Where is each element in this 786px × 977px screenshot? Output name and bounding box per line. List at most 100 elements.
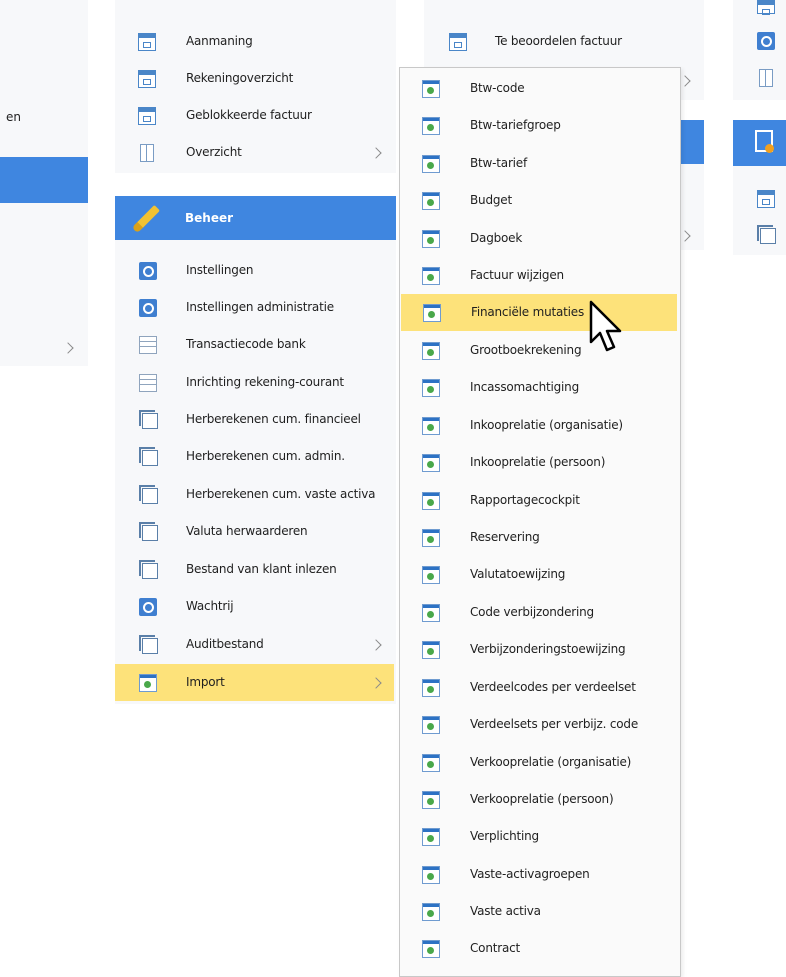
menu-item-transactiecode-bank[interactable]: Transactiecode bank <box>115 326 396 363</box>
submenu-item-label: Factuur wijzigen <box>470 268 564 282</box>
import-icon <box>422 866 440 884</box>
submenu-item-factuur-wijzigen[interactable]: Factuur wijzigen <box>400 257 680 294</box>
import-icon <box>422 267 440 285</box>
menu-item-instellingen-administratie[interactable]: Instellingen administratie <box>115 289 396 326</box>
import-icon <box>423 304 441 322</box>
import-icon <box>422 529 440 547</box>
submenu-item-verbijzonderingstoewijzing[interactable]: Verbijzonderingstoewijzing <box>400 631 680 668</box>
submenu-item-financiele-mutaties[interactable]: Financiële mutaties <box>401 294 677 331</box>
submenu-item-verkooprelatie-persoon[interactable]: Verkooprelatie (persoon) <box>400 781 680 818</box>
menu-item-label: Auditbestand <box>186 637 264 651</box>
submenu-item-verplichting[interactable]: Verplichting <box>400 818 680 855</box>
submenu-item-inkooprelatie-persoon[interactable]: Inkooprelatie (persoon) <box>400 444 680 481</box>
chevron-right-icon <box>370 677 382 689</box>
window-icon <box>139 410 158 429</box>
submenu-item-label: Verdeelcodes per verdeelset <box>470 680 636 694</box>
left-partial-selected-item[interactable] <box>0 157 88 203</box>
menu-item-herberekenen-vaste-activa[interactable]: Herberekenen cum. vaste activa <box>115 476 396 513</box>
submenu-item-code-verbijzondering[interactable]: Code verbijzondering <box>400 594 680 631</box>
submenu-item-rapportagecockpit[interactable]: Rapportagecockpit <box>400 482 680 519</box>
column-four-header[interactable] <box>733 120 786 166</box>
submenu-item-incassomachtiging[interactable]: Incassomachtiging <box>400 369 680 406</box>
import-icon <box>422 828 440 846</box>
column-four-partial-panel <box>733 0 786 100</box>
submenu-item-verkooprelatie-organisatie[interactable]: Verkooprelatie (organisatie) <box>400 744 680 781</box>
menu-item-label: Te beoordelen factuur <box>495 34 622 48</box>
submenu-item-verdeelcodes-per-verdeelset[interactable]: Verdeelcodes per verdeelset <box>400 669 680 706</box>
import-icon <box>422 716 440 734</box>
left-partial-label[interactable]: en <box>6 110 21 124</box>
submenu-item-vaste-activagroepen[interactable]: Vaste-activagroepen <box>400 856 680 893</box>
import-icon <box>422 940 440 958</box>
beheer-title: Beheer <box>185 211 234 225</box>
page-icon <box>759 69 773 87</box>
menu-item-rekeningoverzicht[interactable]: Rekeningoverzicht <box>115 60 396 97</box>
import-icon <box>422 192 440 210</box>
submenu-item-label: Btw-code <box>470 81 525 95</box>
submenu-item-label: Code verbijzondering <box>470 605 594 619</box>
document-icon <box>757 190 775 208</box>
menu-item-label: Import <box>186 675 225 689</box>
submenu-item-budget[interactable]: Budget <box>400 182 680 219</box>
menu-item-herberekenen-financieel[interactable]: Herberekenen cum. financieel <box>115 401 396 438</box>
menu-item-label: Valuta herwaarderen <box>186 524 308 538</box>
submenu-item-label: Vaste activa <box>470 904 541 918</box>
beheer-header[interactable]: Beheer <box>115 196 396 240</box>
menu-item-overzicht[interactable]: Overzicht <box>115 134 396 171</box>
import-icon <box>422 155 440 173</box>
menu-item-wachtrij[interactable]: Wachtrij <box>115 588 396 625</box>
menu-item-aanmaning[interactable]: Aanmaning <box>115 23 396 60</box>
submenu-item-label: Contract <box>470 941 521 955</box>
gear-icon <box>757 32 775 50</box>
menu-item-label: Rekeningoverzicht <box>186 71 294 85</box>
table-icon <box>139 336 157 354</box>
submenu-item-btw-tariefgroep[interactable]: Btw-tariefgroep <box>400 107 680 144</box>
menu-item-label: Instellingen administratie <box>186 300 334 314</box>
menu-item-inrichting-rekening-courant[interactable]: Inrichting rekening-courant <box>115 364 396 401</box>
submenu-item-btw-code[interactable]: Btw-code <box>400 70 680 107</box>
menu-item-geblokkeerde-factuur[interactable]: Geblokkeerde factuur <box>115 97 396 134</box>
submenu-item-dagboek[interactable]: Dagboek <box>400 220 680 257</box>
menu-item-label: Transactiecode bank <box>186 337 306 351</box>
menu-item-auditbestand[interactable]: Auditbestand <box>115 626 396 663</box>
import-icon <box>422 379 440 397</box>
submenu-item-valutatoewijzing[interactable]: Valutatoewijzing <box>400 556 680 593</box>
submenu-item-label: Incassomachtiging <box>470 380 580 394</box>
import-icon <box>422 492 440 510</box>
import-icon <box>422 791 440 809</box>
window-icon <box>139 522 158 541</box>
menu-item-label: Aanmaning <box>186 34 253 48</box>
submenu-item-label: Verkooprelatie (organisatie) <box>470 755 632 769</box>
submenu-item-label: Verkooprelatie (persoon) <box>470 792 614 806</box>
submenu-item-label: Rapportagecockpit <box>470 493 580 507</box>
import-icon <box>422 566 440 584</box>
submenu-item-btw-tarief[interactable]: Btw-tarief <box>400 145 680 182</box>
submenu-item-inkooprelatie-organisatie[interactable]: Inkooprelatie (organisatie) <box>400 407 680 444</box>
submenu-item-label: Reservering <box>470 530 540 544</box>
gear-icon <box>139 598 157 616</box>
submenu-item-vaste-activa[interactable]: Vaste activa <box>400 893 680 930</box>
menu-item-instellingen[interactable]: Instellingen <box>115 252 396 289</box>
menu-item-label: Instellingen <box>186 263 254 277</box>
submenu-item-reservering[interactable]: Reservering <box>400 519 680 556</box>
menu-item-import[interactable]: Import <box>115 664 394 701</box>
import-icon <box>422 903 440 921</box>
menu-item-valuta-herwaarderen[interactable]: Valuta herwaarderen <box>115 513 396 550</box>
submenu-item-grootboekrekening[interactable]: Grootboekrekening <box>400 332 680 369</box>
submenu-item-verdeelsets-per-verbijz-code[interactable]: Verdeelsets per verbijz. code <box>400 706 680 743</box>
window-icon <box>139 485 158 504</box>
menu-item-herberekenen-admin[interactable]: Herberekenen cum. admin. <box>115 438 396 475</box>
import-icon <box>422 342 440 360</box>
submenu-item-contract[interactable]: Contract <box>400 930 680 967</box>
import-submenu: Btw-code Btw-tariefgroep Btw-tarief Budg… <box>399 67 681 977</box>
submenu-item-label: Grootboekrekening <box>470 343 582 357</box>
mouse-cursor-icon <box>589 300 622 352</box>
menu-item-label: Herberekenen cum. vaste activa <box>186 487 376 501</box>
chevron-right-icon <box>679 230 691 242</box>
menu-item-te-beoordelen-factuur[interactable]: Te beoordelen factuur <box>424 23 704 60</box>
submenu-item-label: Btw-tariefgroep <box>470 118 561 132</box>
menu-item-bestand-klant-inlezen[interactable]: Bestand van klant inlezen <box>115 551 396 588</box>
document-icon <box>757 0 775 15</box>
gear-icon <box>139 262 157 280</box>
submenu-item-label: Budget <box>470 193 512 207</box>
